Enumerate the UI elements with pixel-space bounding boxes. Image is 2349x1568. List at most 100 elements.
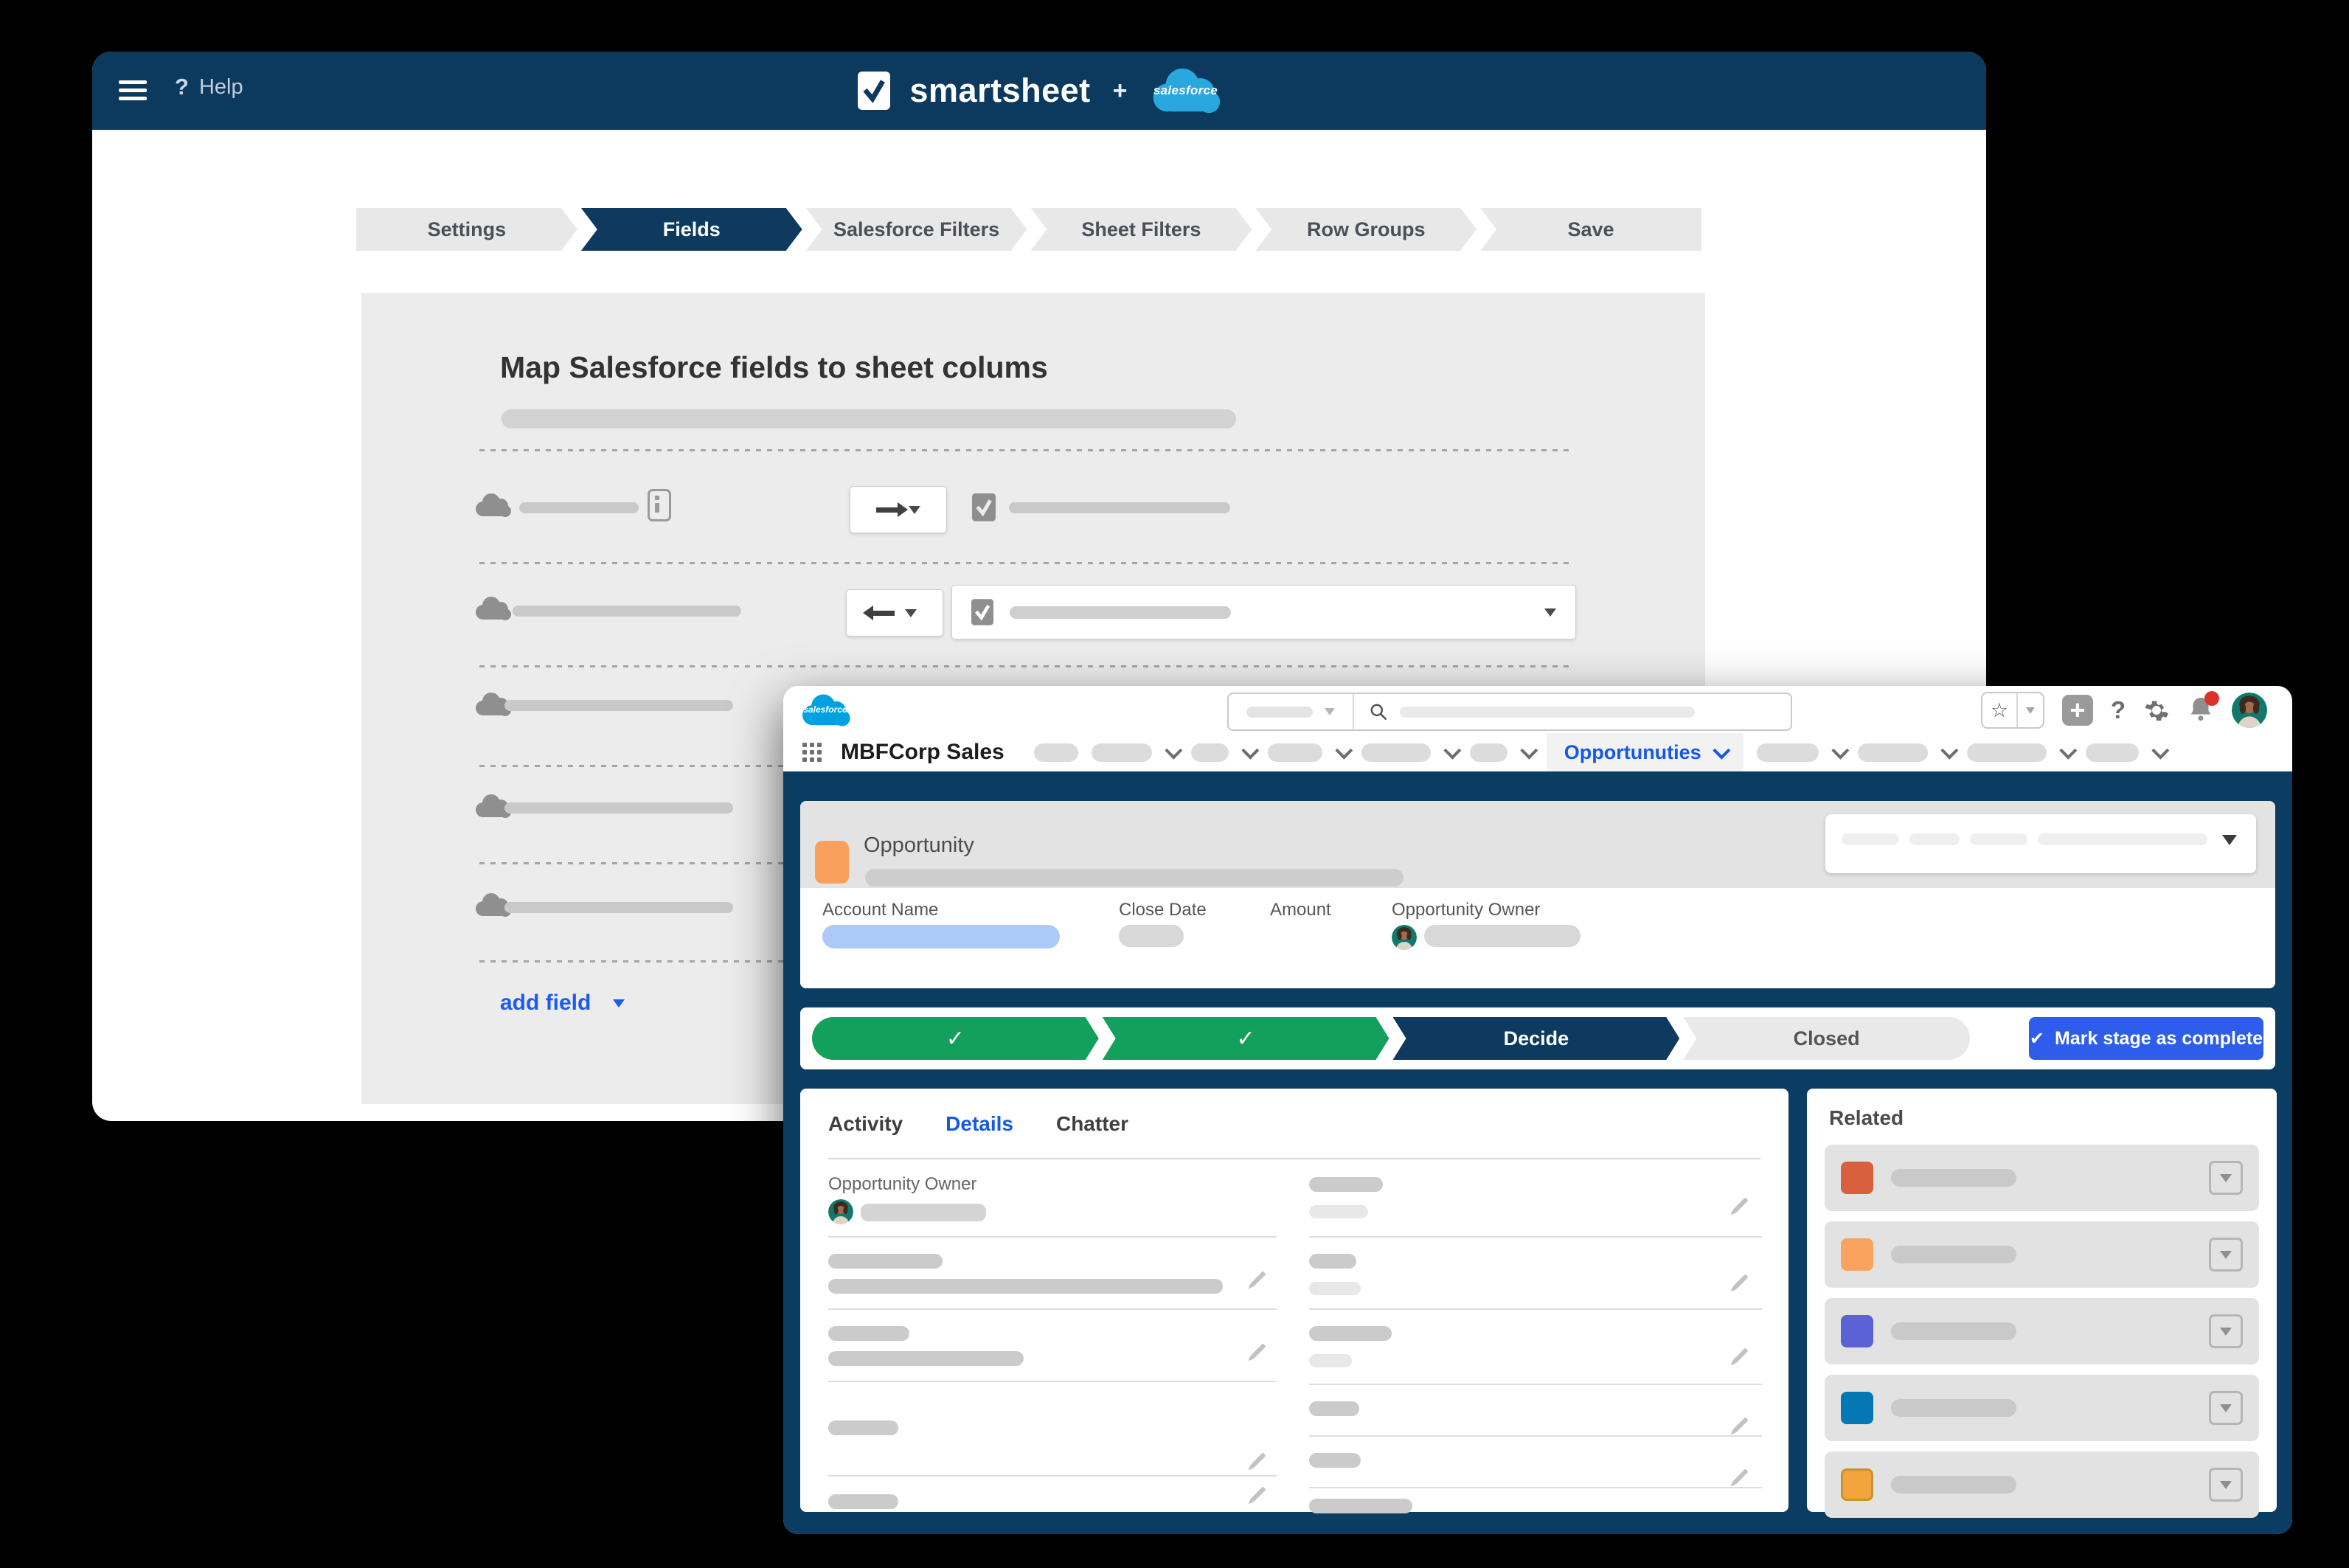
list-item[interactable] [1825,1375,2259,1441]
avatar [828,1199,853,1224]
row-actions-button[interactable] [2209,1238,2243,1272]
chevron-down-icon[interactable] [1940,741,1958,759]
salesforce-window: salesforce ☆ + ? [783,686,2292,1534]
highlights-fields: Account Name Close Date Amount Opportuni… [800,888,2275,988]
chevron-down-icon[interactable] [2151,741,2169,759]
row-actions-button[interactable] [2209,1161,2243,1195]
placeholder-bar [1309,1282,1361,1295]
record-actions-menu[interactable] [1825,814,2256,873]
nav-tab[interactable] [1858,743,1928,762]
wizard-step-sheet-filters[interactable]: Sheet Filters [1030,208,1252,251]
stage-closed[interactable]: Closed [1683,1017,1970,1060]
gear-icon[interactable] [2143,697,2170,724]
sheet-column-select[interactable] [951,585,1576,639]
chevron-down-icon[interactable] [1335,741,1353,759]
chevron-down-icon[interactable] [1443,741,1461,759]
nav-tab[interactable] [1191,743,1229,762]
nav-tab[interactable] [1092,743,1152,762]
field-label: Account Name [822,900,938,920]
salesforce-logo-text: salesforce [1149,83,1221,98]
nav-tab[interactable] [1967,743,2047,762]
wizard-step-fields[interactable]: Fields [581,208,802,251]
search-input[interactable] [1354,702,1791,721]
chevron-down-icon[interactable] [2059,741,2077,759]
mapping-direction-select[interactable] [846,589,943,636]
edit-pencil-icon[interactable] [1732,1468,1748,1484]
wizard-step-row-groups[interactable]: Row Groups [1255,208,1477,251]
list-item[interactable] [1825,1451,2259,1518]
avatar [1392,925,1417,950]
placeholder-bar [1309,1453,1361,1468]
placeholder-bar [1970,833,2027,845]
edit-pencil-icon[interactable] [1250,1486,1266,1502]
add-field-button[interactable]: add field [500,991,625,1016]
nav-tab[interactable] [1268,743,1322,762]
global-search[interactable] [1227,693,1792,731]
tab-chatter[interactable]: Chatter [1056,1112,1128,1136]
placeholder-bar [1891,1399,2016,1417]
mapping-direction-select[interactable] [850,486,947,533]
nav-tab[interactable] [1361,743,1431,762]
tab-details[interactable]: Details [946,1112,1013,1136]
caret-down-icon [905,609,917,617]
chevron-down-icon[interactable] [1241,741,1259,759]
notifications-bell-icon[interactable] [2187,695,2214,726]
row-actions-button[interactable] [2209,1314,2243,1348]
caret-down-icon [2220,1328,2232,1336]
caret-down-icon [2222,835,2237,845]
divider [1309,1384,1762,1385]
edit-pencil-icon[interactable] [1732,1274,1748,1289]
divider [479,449,1571,451]
favorites-control: ☆ [1981,692,2044,729]
avatar[interactable] [2232,693,2267,728]
nav-tab[interactable] [1470,743,1507,762]
help-icon[interactable]: ? [2111,696,2126,724]
list-item[interactable] [1825,1145,2259,1211]
placeholder-bar [519,502,639,513]
tab-activity[interactable]: Activity [828,1112,903,1136]
smartsheet-logo-icon [857,72,891,110]
edit-pencil-icon[interactable] [1250,1452,1266,1468]
edit-pencil-icon[interactable] [1732,1347,1748,1363]
info-icon[interactable] [648,489,671,521]
related-object-icon [1841,1162,1873,1194]
star-icon[interactable]: ☆ [1982,693,2016,727]
edit-pencil-icon[interactable] [1250,1271,1266,1286]
placeholder-bar [502,409,1236,429]
stage-complete-1[interactable]: ✓ [812,1017,1099,1060]
list-item[interactable] [1825,1298,2259,1364]
divider [1309,1487,1762,1488]
search-scope-select[interactable] [1229,694,1354,729]
placeholder-bar [1309,1205,1368,1218]
mark-stage-complete-button[interactable]: ✔ Mark stage as complete [2029,1017,2263,1060]
edit-pencil-icon[interactable] [1732,1417,1748,1432]
chevron-down-icon[interactable] [1831,741,1849,759]
divider [828,1381,1277,1382]
chevron-down-icon[interactable] [1165,741,1182,759]
app-launcher-icon[interactable] [802,743,822,762]
placeholder-bar [828,1420,898,1435]
row-actions-button[interactable] [2209,1391,2243,1425]
favorites-dropdown[interactable] [2016,693,2043,727]
salesforce-field-icon [473,595,512,622]
wizard-step-salesforce-filters[interactable]: Salesforce Filters [806,208,1027,251]
row-actions-button[interactable] [2209,1468,2243,1502]
nav-tab[interactable] [1034,743,1078,762]
list-item[interactable] [1825,1221,2259,1288]
nav-tab[interactable] [1757,743,1819,762]
divider [1309,1236,1762,1238]
stage-complete-2[interactable]: ✓ [1103,1017,1389,1060]
quick-create-icon[interactable]: + [2062,695,2093,726]
edit-pencil-icon[interactable] [1732,1197,1748,1213]
nav-tab[interactable] [2086,743,2139,762]
caret-down-icon [2220,1174,2232,1182]
related-title: Related [1829,1106,2259,1130]
stage-decide[interactable]: Decide [1393,1017,1680,1060]
wizard-step-settings[interactable]: Settings [356,208,577,251]
chevron-down-icon[interactable] [1520,741,1538,759]
nav-tab-opportunities[interactable]: Opportunuties [1547,733,1743,771]
wizard-step-save[interactable]: Save [1480,208,1701,251]
placeholder-bar [1842,833,1899,845]
placeholder-bar [1246,707,1313,718]
edit-pencil-icon[interactable] [1250,1343,1266,1359]
